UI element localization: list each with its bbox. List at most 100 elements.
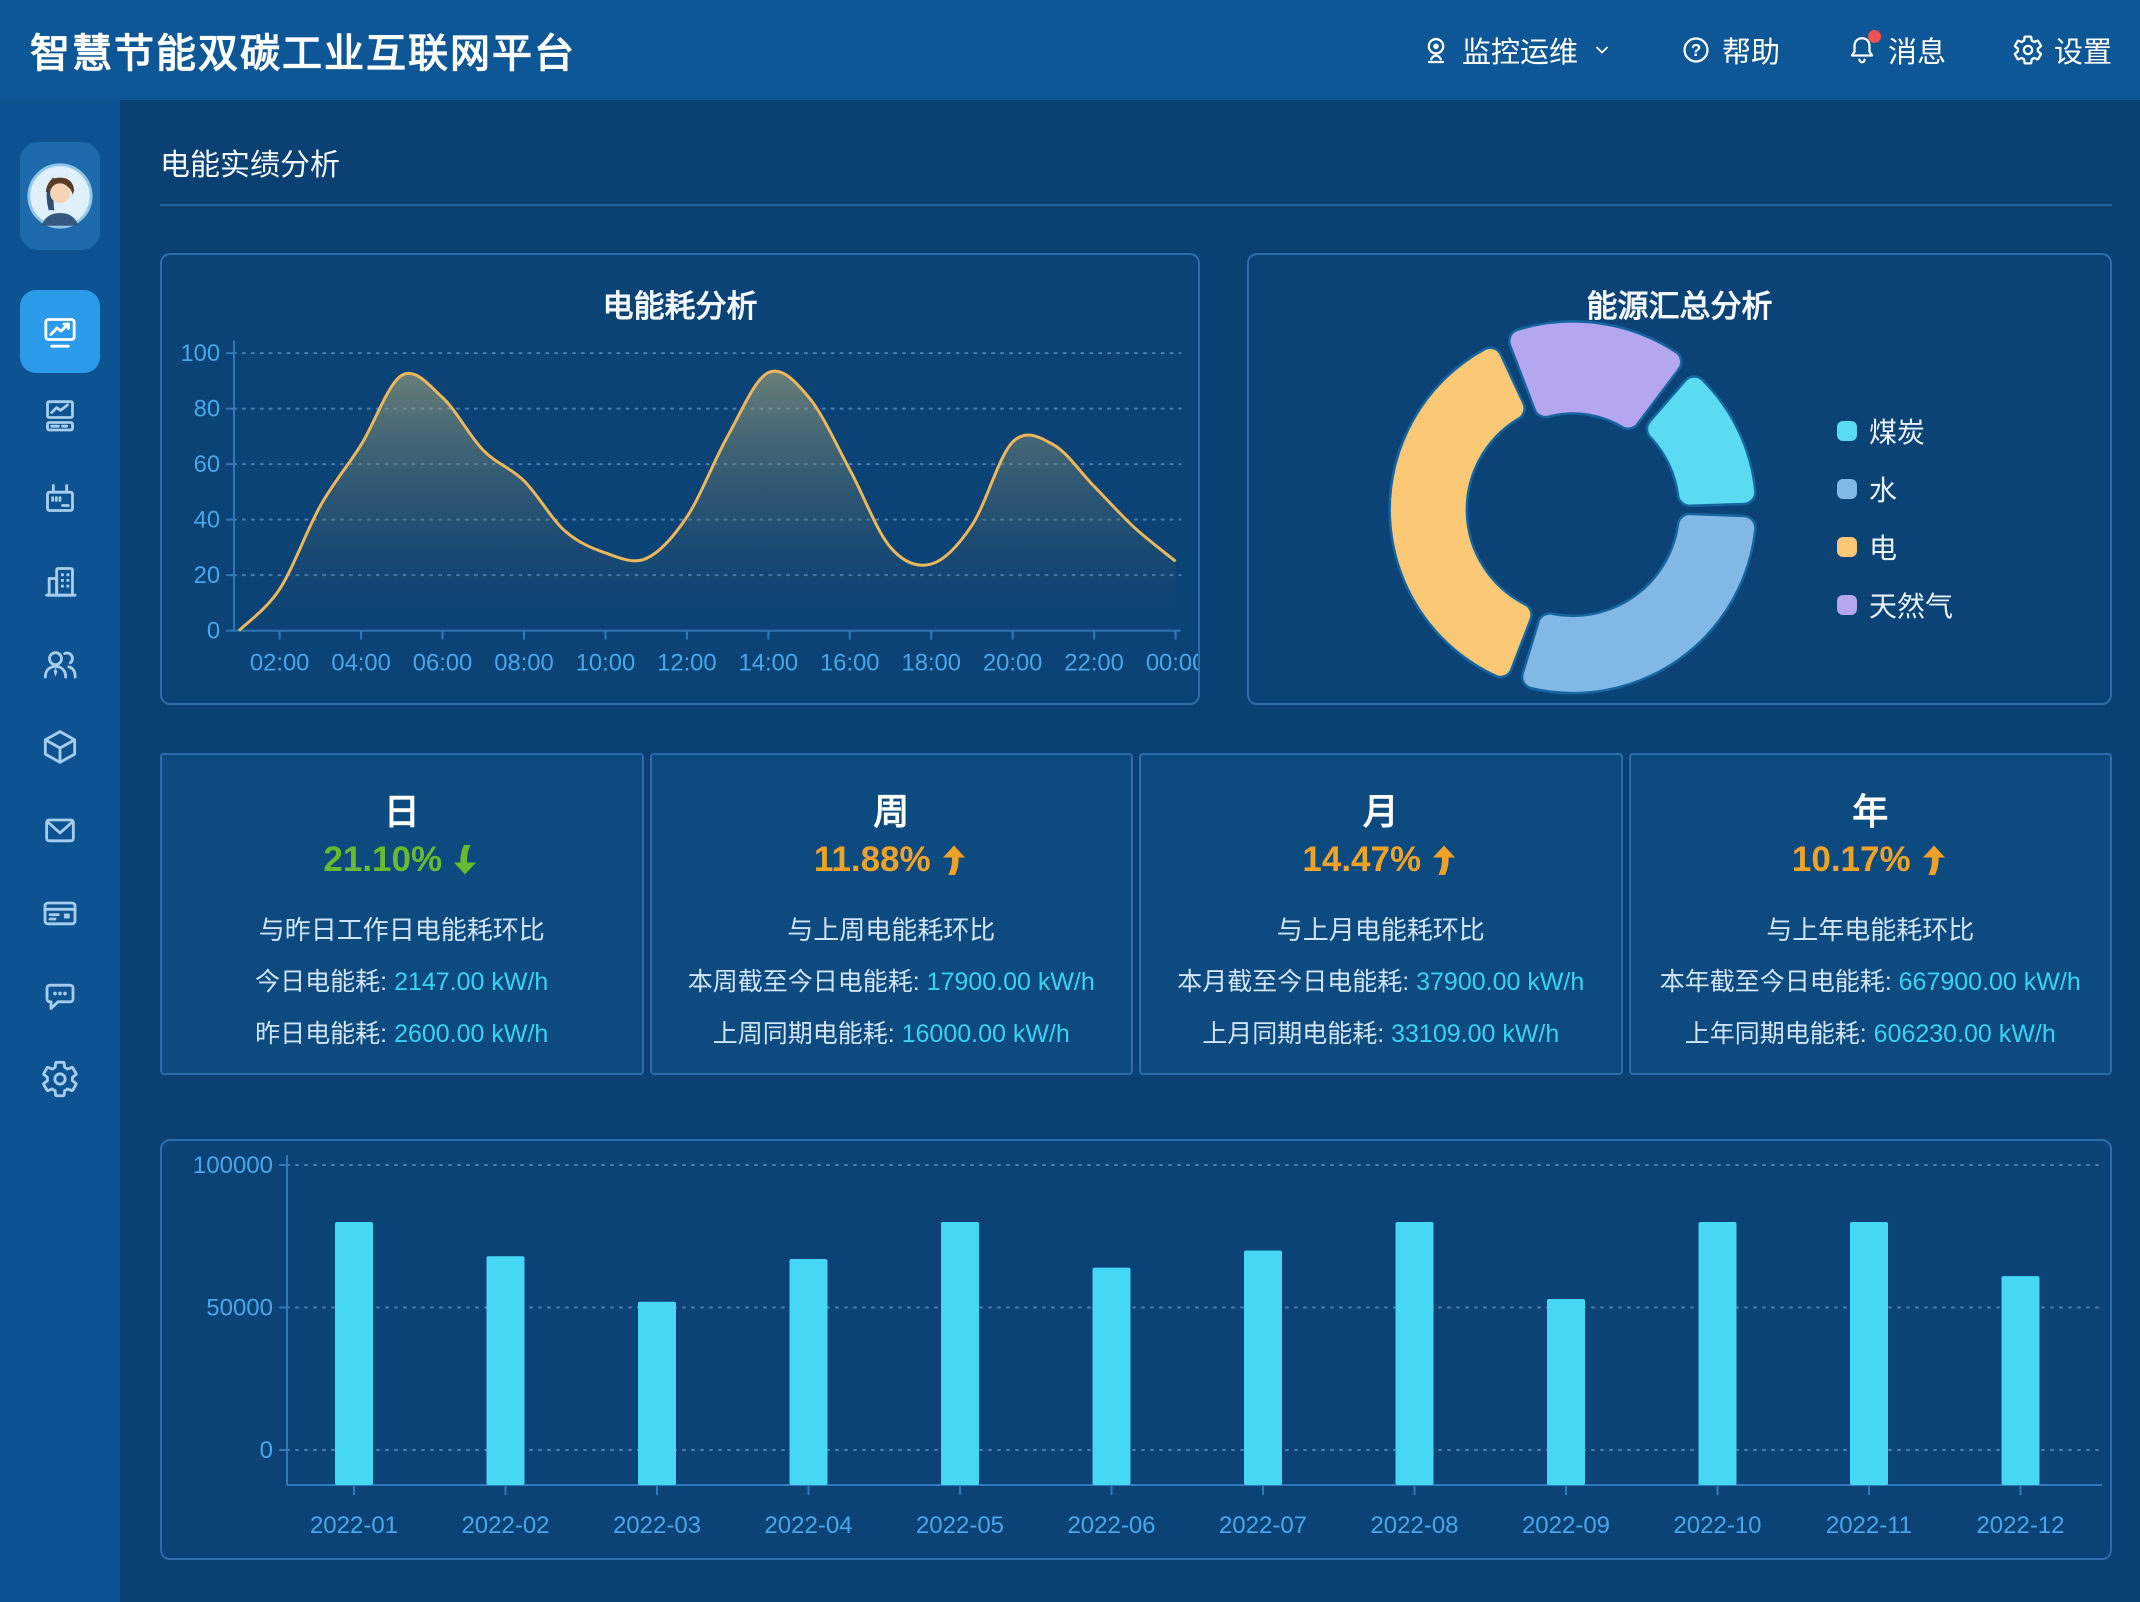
card-compare-label: 与上年电能耗环比	[1766, 915, 1974, 945]
stat-card-日: 日21.10%与昨日工作日电能耗环比今日电能耗: 2147.00 kW/h昨日电…	[160, 753, 644, 1075]
y-axis-tick-label: 60	[194, 451, 220, 478]
x-axis-tick-label: 20:00	[983, 649, 1042, 676]
card-compare-label: 与上周电能耗环比	[787, 915, 995, 945]
help-icon	[1680, 34, 1712, 66]
metric-label: 上月同期电能耗:	[1202, 1020, 1391, 1048]
legend-label: 天然气	[1869, 585, 1953, 625]
legend-item-天然气[interactable]: 天然气	[1837, 587, 1953, 623]
y-axis-tick-label: 40	[194, 507, 220, 534]
donut-chart-title: 能源汇总分析	[1249, 281, 2110, 326]
bar-2022-11[interactable]	[1850, 1222, 1888, 1485]
metric-label: 上年同期电能耗:	[1685, 1020, 1874, 1048]
legend-swatch	[1837, 421, 1857, 441]
bell-icon	[1846, 34, 1878, 66]
sidebar-item-billing[interactable]	[20, 871, 100, 954]
sidebar-item-enterprise[interactable]	[20, 539, 100, 622]
donut-slice-煤炭[interactable]	[1647, 376, 1755, 505]
bar-2022-06[interactable]	[1093, 1268, 1131, 1485]
card-percent-value: 14.47%	[1302, 839, 1421, 881]
legend-item-电[interactable]: 电	[1837, 529, 1953, 565]
y-axis-tick-label: 20	[194, 562, 220, 589]
sidebar-item-mail[interactable]	[20, 788, 100, 871]
y-axis-tick-label: 0	[260, 1437, 273, 1464]
sidebar-item-energy-analysis[interactable]	[20, 290, 100, 373]
line-chart-title: 电能耗分析	[162, 281, 1198, 326]
bar-2022-05[interactable]	[941, 1222, 979, 1485]
header-menu-messages[interactable]: 消息	[1846, 29, 1946, 71]
device-icon	[40, 478, 80, 518]
x-axis-tick-label: 00:00	[1146, 649, 1198, 676]
card-metric-row: 上年同期电能耗: 606230.00 kW/h	[1685, 1019, 2056, 1049]
x-axis-tick-label: 22:00	[1064, 649, 1123, 676]
metric-label: 本年截至今日电能耗:	[1660, 968, 1899, 996]
webcam-icon-glyph	[1420, 34, 1452, 66]
x-axis-tick-label: 2022-11	[1826, 1512, 1912, 1539]
app-title: 智慧节能双碳工业互联网平台	[30, 21, 576, 79]
metric-value: 2600.00 kW/h	[394, 1020, 548, 1048]
y-axis-tick-label: 80	[194, 396, 220, 423]
donut-slice-天然气[interactable]	[1509, 321, 1681, 428]
metric-label: 本周截至今日电能耗:	[688, 968, 927, 996]
header-menu: 监控运维 帮助 消息 设置	[1420, 29, 2112, 71]
header-menu-settings[interactable]: 设置	[2012, 29, 2112, 71]
metric-value: 2147.00 kW/h	[394, 968, 548, 996]
x-axis-tick-label: 18:00	[901, 649, 960, 676]
sidebar-item-devices[interactable]	[20, 456, 100, 539]
page-title: 电能实绩分析	[160, 149, 2112, 183]
card-period-label: 周	[873, 793, 909, 831]
x-axis-tick-label: 12:00	[657, 649, 716, 676]
gear-icon-glyph	[2012, 34, 2044, 66]
metric-label: 昨日电能耗:	[255, 1020, 394, 1048]
x-axis-tick-label: 08:00	[494, 649, 553, 676]
stat-card-年: 年10.17%与上年电能耗环比本年截至今日电能耗: 667900.00 kW/h…	[1629, 753, 2113, 1075]
sidebar-item-dashboard[interactable]	[20, 373, 100, 456]
bar-2022-02[interactable]	[487, 1256, 525, 1485]
legend-label: 水	[1869, 469, 1897, 509]
legend-item-煤炭[interactable]: 煤炭	[1837, 413, 1953, 449]
bar-2022-08[interactable]	[1396, 1222, 1434, 1485]
legend-swatch	[1837, 479, 1857, 499]
chat-icon	[40, 976, 80, 1016]
sidebar-item-users[interactable]	[20, 622, 100, 705]
donut-slice-电[interactable]	[1390, 348, 1532, 677]
header-menu-label: 帮助	[1722, 29, 1780, 71]
x-axis-tick-label: 2022-02	[461, 1512, 549, 1539]
card-percent-value: 21.10%	[323, 839, 442, 881]
bar-2022-04[interactable]	[790, 1259, 828, 1485]
trend-up-arrow-icon	[939, 844, 969, 876]
charts-row: 02040608010002:0004:0006:0008:0010:0012:…	[160, 253, 2112, 705]
y-axis-tick-label: 0	[207, 618, 220, 645]
x-axis-tick-label: 2022-09	[1522, 1512, 1610, 1539]
bar-2022-03[interactable]	[638, 1302, 676, 1485]
card-metric-row: 上月同期电能耗: 33109.00 kW/h	[1202, 1019, 1559, 1049]
bar-2022-10[interactable]	[1699, 1222, 1737, 1485]
bar-2022-07[interactable]	[1244, 1251, 1282, 1486]
app-header: 智慧节能双碳工业互联网平台 监控运维 帮助 消息 设置	[0, 0, 2140, 100]
header-menu-help[interactable]: 帮助	[1680, 29, 1780, 71]
webcam-icon	[1420, 34, 1452, 66]
card-percent: 21.10%	[323, 839, 480, 881]
bar-2022-09[interactable]	[1547, 1299, 1585, 1485]
x-axis-tick-label: 2022-01	[310, 1512, 398, 1539]
legend-label: 煤炭	[1869, 411, 1925, 451]
card-percent: 11.88%	[814, 839, 969, 881]
card-percent-value: 10.17%	[1792, 839, 1911, 881]
sidebar-item-settings[interactable]	[20, 1037, 100, 1120]
metric-value: 37900.00 kW/h	[1416, 968, 1584, 996]
legend-item-水[interactable]: 水	[1837, 471, 1953, 507]
card-metric-row: 本月截至今日电能耗: 37900.00 kW/h	[1177, 967, 1584, 997]
metric-value: 667900.00 kW/h	[1899, 968, 2081, 996]
sidebar-item-assets[interactable]	[20, 705, 100, 788]
trend-down-arrow-icon	[450, 844, 480, 876]
card-metric-row: 昨日电能耗: 2600.00 kW/h	[255, 1019, 548, 1049]
bar-2022-01[interactable]	[335, 1222, 373, 1485]
x-axis-tick-label: 10:00	[576, 649, 635, 676]
bar-2022-12[interactable]	[2002, 1276, 2040, 1485]
avatar-image-icon	[26, 162, 94, 230]
donut-slice-水[interactable]	[1522, 514, 1755, 693]
user-avatar[interactable]	[20, 142, 100, 250]
sidebar-item-feedback[interactable]	[20, 954, 100, 1037]
header-menu-monitor-ops[interactable]: 监控运维	[1420, 29, 1614, 71]
monthly-power-bar-chart[interactable]: 1000005000002022-012022-022022-032022-04…	[162, 1141, 2110, 1558]
metric-label: 今日电能耗:	[255, 968, 394, 996]
